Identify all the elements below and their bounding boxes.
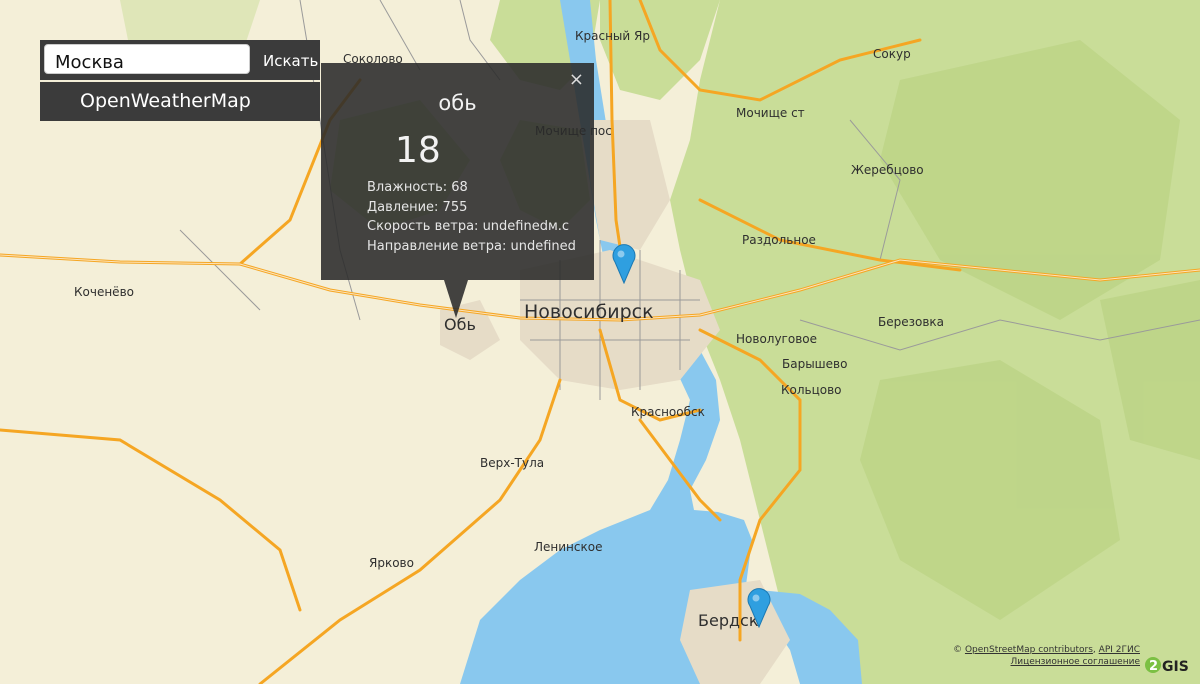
map-marker-berdsk[interactable] [746, 588, 772, 628]
label-baryshevo: Барышево [782, 357, 847, 371]
2gis-logo-icon[interactable]: 2 GIS [1144, 652, 1192, 678]
svg-text:2: 2 [1149, 659, 1158, 674]
svg-text:GIS: GIS [1162, 659, 1189, 675]
license-link[interactable]: Лицензионное соглашение [1011, 657, 1140, 667]
weather-popup: × обь 18 Влажность: 68 Давление: 755 Ско… [321, 63, 594, 280]
label-kochenevo: Коченёво [74, 285, 134, 299]
label-razdolnoe: Раздольное [742, 233, 816, 247]
label-novolugovoe: Новолуговое [736, 332, 817, 346]
label-berezovka: Березовка [878, 315, 944, 329]
search-input[interactable] [44, 44, 250, 74]
label-krasny-yar: Красный Яр [575, 29, 650, 43]
popup-wind-speed: Скорость ветра: undefinedм.с [367, 219, 570, 234]
popup-wind-direction: Направление ветра: undefined [367, 238, 576, 254]
popup-city-name: обь [438, 91, 477, 115]
popup-humidity: Влажность: 68 [367, 180, 468, 195]
map-attribution: © OpenStreetMap contributors, API 2ГИС Л… [953, 645, 1140, 667]
popup-temperature: 18 [395, 130, 441, 171]
osm-link[interactable]: OpenStreetMap contributors [965, 645, 1093, 655]
popup-pressure: Давление: 755 [367, 199, 468, 215]
label-sokur: Сокур [873, 47, 911, 61]
provider-button[interactable]: OpenWeatherMap [40, 82, 320, 121]
close-icon[interactable]: × [569, 71, 584, 89]
popup-pointer [444, 280, 468, 318]
label-zherebtsovo: Жеребцово [851, 163, 924, 177]
label-verkh-tula: Верх-Тула [480, 456, 544, 470]
label-yarkovo: Ярково [369, 556, 414, 570]
popup-details: Влажность: 68 Давление: 755 Скорость вет… [367, 178, 576, 256]
label-novosibirsk: Новосибирск [524, 301, 654, 323]
label-koltsovo: Кольцово [781, 383, 842, 397]
label-krasnoobsk: Краснообск [631, 405, 705, 419]
api-link[interactable]: API 2ГИС [1099, 645, 1140, 655]
search-button[interactable]: Искать [254, 40, 320, 80]
copyright-symbol: © [953, 645, 963, 655]
label-leninskoe: Ленинское [534, 540, 602, 554]
search-panel: Искать [40, 40, 320, 80]
map-marker-novosibirsk[interactable] [611, 244, 637, 284]
label-mochishche-st: Мочище ст [736, 106, 805, 120]
